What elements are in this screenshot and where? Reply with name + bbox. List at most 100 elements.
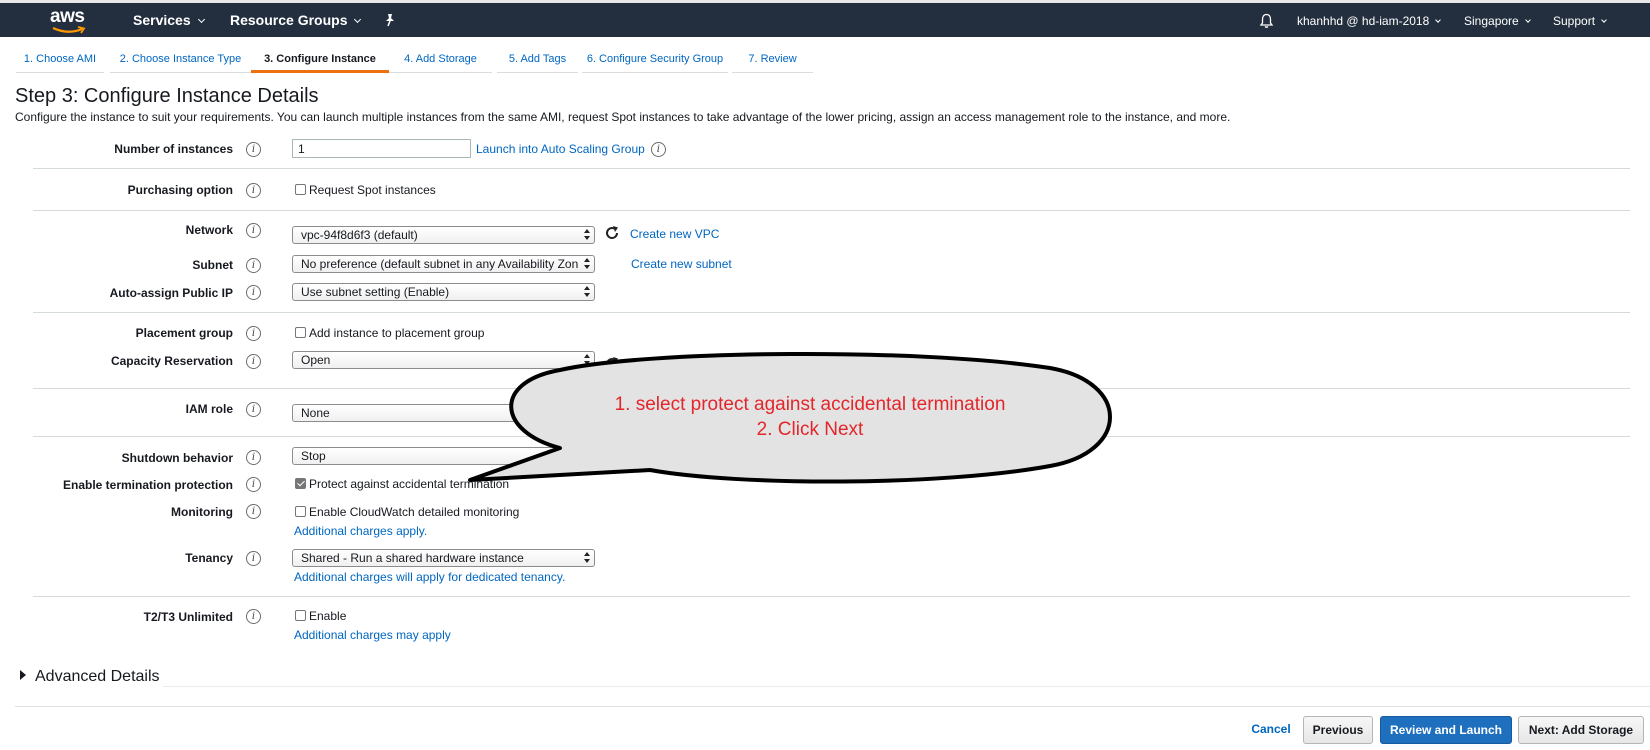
- bell-icon[interactable]: [1259, 13, 1274, 29]
- shutdown-behavior-value: Stop: [301, 449, 326, 463]
- select-arrows-icon: [583, 552, 591, 564]
- info-icon[interactable]: i: [650, 142, 666, 158]
- top-navigation-bar: aws Services Resource Groups khanhhd @ h…: [0, 0, 1650, 37]
- t2t3-unlimited-label: T2/T3 Unlimited: [143, 610, 233, 624]
- create-vpc-link[interactable]: Create new VPC: [630, 227, 719, 241]
- next-add-storage-button[interactable]: Next: Add Storage: [1518, 716, 1644, 744]
- refresh-icon[interactable]: [603, 224, 621, 242]
- pin-icon[interactable]: [383, 13, 397, 27]
- chevron-down-icon: [1524, 17, 1531, 23]
- footer-divider: [15, 706, 1650, 707]
- info-icon[interactable]: i: [246, 551, 261, 566]
- iam-role-select[interactable]: None: [292, 404, 595, 422]
- create-capacity-reservation-link[interactable]: Creat: [629, 358, 658, 372]
- capacity-reservation-select[interactable]: Open: [292, 351, 595, 369]
- caret-right-icon: [20, 670, 26, 680]
- spot-instances-label: Request Spot instances: [309, 183, 436, 197]
- info-icon[interactable]: i: [246, 354, 261, 369]
- public-ip-select[interactable]: Use subnet setting (Enable): [292, 283, 595, 301]
- chevron-down-icon: [1435, 17, 1442, 23]
- divider: [33, 596, 1630, 597]
- divider: [33, 210, 1630, 211]
- ec2-launch-wizard: aws Services Resource Groups khanhhd @ h…: [0, 0, 1650, 750]
- tab-choose-ami[interactable]: 1. Choose AMI: [16, 45, 104, 73]
- iam-role-value: None: [301, 406, 330, 420]
- info-icon[interactable]: i: [246, 504, 261, 519]
- info-icon[interactable]: i: [246, 258, 261, 273]
- tenancy-select[interactable]: Shared - Run a shared hardware instance: [292, 549, 595, 567]
- network-select[interactable]: vpc-94f8d6f3 (default): [292, 226, 595, 244]
- divider: [33, 388, 1630, 389]
- monitoring-charges-link[interactable]: Additional charges apply.: [294, 524, 427, 538]
- create-subnet-link[interactable]: Create new subnet: [631, 257, 732, 271]
- services-menu[interactable]: Services: [133, 12, 205, 28]
- network-select-value: vpc-94f8d6f3 (default): [301, 228, 418, 242]
- resource-groups-menu[interactable]: Resource Groups: [230, 12, 362, 28]
- num-instances-label: Number of instances: [114, 142, 233, 156]
- account-menu[interactable]: khanhhd @ hd-iam-2018: [1297, 14, 1442, 28]
- info-icon[interactable]: i: [246, 326, 261, 341]
- spot-instances-option[interactable]: Request Spot instances: [295, 183, 436, 197]
- public-ip-select-value: Use subnet setting (Enable): [301, 285, 450, 299]
- resource-groups-label: Resource Groups: [230, 12, 348, 28]
- select-arrows-icon: [583, 354, 591, 366]
- tab-review[interactable]: 7. Review: [732, 45, 813, 73]
- t2t3-unlimited-checkbox[interactable]: [295, 610, 306, 622]
- termination-protection-option[interactable]: Protect against accidental termination: [295, 477, 509, 491]
- info-icon[interactable]: i: [246, 402, 261, 417]
- num-instances-input[interactable]: 1: [292, 139, 471, 158]
- monitoring-option[interactable]: Enable CloudWatch detailed monitoring: [295, 505, 519, 519]
- tab-add-tags[interactable]: 5. Add Tags: [497, 45, 578, 73]
- page-title: Step 3: Configure Instance Details: [15, 85, 319, 107]
- tab-choose-instance-type[interactable]: 2. Choose Instance Type: [110, 45, 251, 73]
- tenancy-charges-link[interactable]: Additional charges will apply for dedica…: [294, 570, 565, 584]
- callout-line-2: 2. Click Next: [756, 419, 864, 440]
- spot-instances-checkbox[interactable]: [295, 184, 306, 196]
- divider: [33, 312, 1630, 313]
- tab-add-storage[interactable]: 4. Add Storage: [389, 45, 492, 73]
- callout-text: 1. select protect against accidental ter…: [560, 392, 1060, 442]
- subnet-label: Subnet: [192, 258, 233, 272]
- info-icon[interactable]: i: [246, 450, 261, 465]
- info-icon[interactable]: i: [246, 285, 261, 300]
- select-arrows-icon: [583, 258, 591, 270]
- info-icon[interactable]: i: [246, 477, 261, 492]
- aws-smile-icon: [52, 26, 86, 34]
- aws-logo[interactable]: aws: [50, 6, 90, 36]
- placement-group-label: Placement group: [135, 326, 233, 340]
- region-menu[interactable]: Singapore: [1464, 14, 1531, 28]
- info-icon[interactable]: i: [246, 223, 261, 238]
- region-menu-label: Singapore: [1464, 14, 1519, 28]
- cancel-button[interactable]: Cancel: [1243, 716, 1299, 744]
- services-menu-label: Services: [133, 12, 191, 28]
- monitoring-checkbox[interactable]: [295, 506, 306, 518]
- termination-protection-checkbox[interactable]: [295, 478, 306, 490]
- chevron-down-icon: [1601, 17, 1607, 23]
- info-icon[interactable]: i: [246, 609, 261, 624]
- tenancy-label: Tenancy: [185, 551, 233, 565]
- page-description: Configure the instance to suit your requ…: [15, 110, 1231, 124]
- subnet-select-value: No preference (default subnet in any Ava…: [301, 257, 579, 271]
- placement-group-cb-label: Add instance to placement group: [309, 326, 485, 340]
- auto-scaling-link[interactable]: Launch into Auto Scaling Group i: [476, 142, 666, 158]
- t2t3-unlimited-option[interactable]: Enable: [295, 609, 346, 623]
- review-and-launch-button[interactable]: Review and Launch: [1380, 716, 1512, 744]
- placement-group-option[interactable]: Add instance to placement group: [295, 326, 484, 340]
- previous-button[interactable]: Previous: [1303, 716, 1373, 744]
- tab-configure-security-group[interactable]: 6. Configure Security Group: [582, 45, 728, 73]
- shutdown-behavior-select[interactable]: Stop: [292, 447, 595, 465]
- support-menu[interactable]: Support: [1553, 14, 1607, 28]
- placement-group-checkbox[interactable]: [295, 327, 306, 339]
- public-ip-label: Auto-assign Public IP: [109, 286, 233, 300]
- select-arrows-icon: [583, 450, 591, 462]
- t2t3-charges-link[interactable]: Additional charges may apply: [294, 628, 451, 642]
- shutdown-behavior-label: Shutdown behavior: [121, 451, 233, 465]
- advanced-details-toggle[interactable]: Advanced Details: [20, 668, 160, 686]
- info-icon[interactable]: i: [246, 183, 261, 198]
- select-arrows-icon: [583, 286, 591, 298]
- monitoring-label: Monitoring: [171, 505, 233, 519]
- refresh-icon[interactable]: [603, 355, 621, 373]
- subnet-select[interactable]: No preference (default subnet in any Ava…: [292, 255, 595, 273]
- info-icon[interactable]: i: [246, 142, 261, 157]
- tab-configure-instance[interactable]: 3. Configure Instance: [251, 45, 389, 73]
